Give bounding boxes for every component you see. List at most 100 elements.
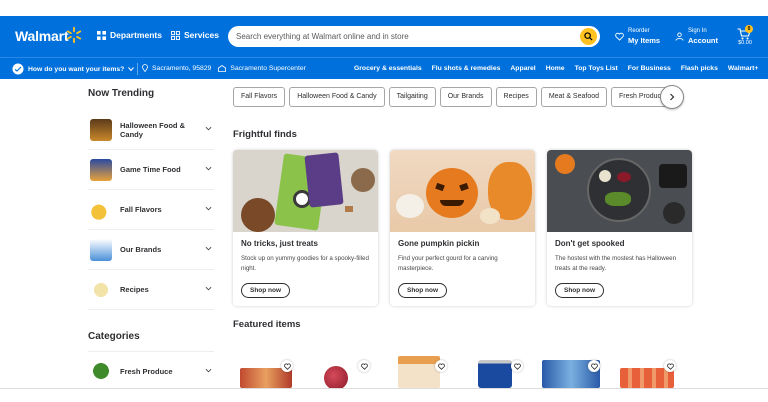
card-treats[interactable]: No tricks, just treats Stock up on yummy…: [233, 150, 378, 306]
product-image: [398, 356, 440, 388]
store-icon: [218, 64, 227, 72]
sidebar-item-fall-flavors[interactable]: Fall Flavors: [88, 190, 214, 230]
spooked-image: [547, 150, 692, 232]
chip-tailgaiting[interactable]: Tailgaiting: [388, 87, 436, 107]
chip-fall-flavors[interactable]: Fall Flavors: [233, 87, 286, 107]
card-description: Find your perfect gourd for a carving ma…: [398, 255, 498, 272]
heart-icon: [360, 363, 368, 370]
location-pin-icon: [142, 64, 148, 72]
chevron-down-icon: [205, 368, 212, 373]
sidebar-item-label: Game Time Food: [120, 165, 181, 174]
shop-now-button[interactable]: Shop now: [398, 283, 448, 298]
reorder-my-items[interactable]: Reorder My Items: [615, 27, 660, 45]
chip-halloween[interactable]: Halloween Food & Candy: [289, 87, 385, 107]
pumpkin-image: [390, 150, 535, 232]
services-button[interactable]: Services: [171, 30, 219, 40]
link-home[interactable]: Home: [546, 65, 565, 72]
search-button[interactable]: [580, 28, 597, 45]
game-time-thumb: [90, 158, 112, 181]
reorder-label: Reorder: [628, 28, 650, 34]
favorite-button[interactable]: [435, 360, 447, 372]
heart-icon: [513, 363, 521, 370]
link-walmart-plus[interactable]: Walmart+: [728, 65, 759, 72]
treats-image: [233, 150, 378, 232]
fall-flavors-thumb: [90, 198, 112, 221]
services-grid-icon: [171, 30, 180, 40]
search-input[interactable]: [236, 30, 566, 43]
browser-top-strip: [0, 0, 768, 16]
halloween-thumb: [90, 118, 112, 141]
link-top-toys[interactable]: Top Toys List: [575, 65, 618, 72]
chips-next-button[interactable]: [660, 85, 684, 109]
account-label: Account: [688, 36, 718, 45]
featured-items-title: Featured items: [233, 319, 301, 330]
featured-product-4[interactable]: [474, 356, 534, 388]
link-flash-picks[interactable]: Flash picks: [681, 65, 718, 72]
heart-icon: [590, 363, 598, 370]
heart-icon: [615, 32, 624, 41]
heart-icon: [437, 363, 445, 370]
sidebar-item-our-brands[interactable]: Our Brands: [88, 230, 214, 270]
featured-product-2[interactable]: [318, 356, 378, 390]
sidebar-item-label: Fresh Produce: [120, 366, 173, 376]
our-brands-thumb: [90, 238, 112, 261]
chevron-down-icon: [128, 67, 135, 72]
chip-our-brands[interactable]: Our Brands: [439, 87, 492, 107]
card-description: Stock up on yummy goodies for a spooky-f…: [241, 255, 369, 272]
fulfillment-selector[interactable]: How do you want your items?: [12, 63, 135, 75]
chip-meat-seafood[interactable]: Meat & Seafood: [540, 87, 608, 107]
categories-title: Categories: [88, 331, 140, 342]
fulfillment-question: How do you want your items?: [28, 65, 125, 73]
recipes-thumb: [90, 278, 112, 301]
link-apparel[interactable]: Apparel: [510, 65, 535, 72]
heart-icon: [283, 363, 291, 370]
zip-label: Sacramento, 95829: [152, 64, 212, 72]
divider: [137, 63, 138, 75]
favorite-button[interactable]: [588, 360, 600, 372]
card-title: No tricks, just treats: [241, 239, 318, 248]
chevron-down-icon: [205, 206, 212, 211]
cart-total: $0.00: [738, 40, 752, 46]
walmart-page: Walmart Departments Services Search ever…: [0, 0, 768, 402]
card-title: Don't get spooked: [555, 239, 625, 248]
favorite-button[interactable]: [281, 360, 293, 372]
sidebar-item-label: Recipes: [120, 285, 149, 294]
link-flu-shots[interactable]: Flu shots & remedies: [432, 65, 501, 72]
departments-button[interactable]: Departments: [97, 30, 162, 40]
product-image: [478, 360, 512, 388]
sidebar-item-label: Fall Flavors: [120, 205, 162, 214]
card-spooked[interactable]: Don't get spooked The hostest with the m…: [547, 150, 692, 306]
sign-in-account[interactable]: Sign In Account: [675, 27, 718, 45]
delivery-icon: [12, 63, 24, 75]
shop-now-button[interactable]: Shop now: [241, 283, 291, 298]
cart-count-badge: 0: [745, 25, 753, 33]
sidebar-item-game-time[interactable]: Game Time Food: [88, 150, 214, 190]
sidebar-item-label: Halloween Food & Candy: [120, 120, 186, 139]
search-bar: [228, 26, 600, 47]
frightful-finds-title: Frightful finds: [233, 129, 297, 140]
shop-now-button[interactable]: Shop now: [555, 283, 605, 298]
card-pumpkin[interactable]: Gone pumpkin pickin Find your perfect go…: [390, 150, 535, 306]
sidebar-item-recipes[interactable]: Recipes: [88, 270, 214, 310]
favorite-button[interactable]: [511, 360, 523, 372]
featured-product-3[interactable]: [396, 356, 456, 388]
spark-logo-icon[interactable]: [65, 26, 83, 44]
walmart-logo-text[interactable]: Walmart: [15, 28, 69, 44]
departments-label: Departments: [110, 30, 162, 40]
chevron-down-icon: [205, 126, 212, 131]
chip-recipes[interactable]: Recipes: [495, 87, 537, 107]
link-for-business[interactable]: For Business: [628, 65, 671, 72]
location-selector[interactable]: Sacramento, 95829 Sacramento Supercenter: [142, 64, 306, 72]
sidebar-item-halloween[interactable]: Halloween Food & Candy: [88, 110, 214, 150]
sidebar-item-fresh-produce[interactable]: Fresh Produce: [88, 351, 214, 391]
site-header: Walmart Departments Services Search ever…: [0, 16, 768, 57]
fresh-produce-thumb: [90, 360, 112, 382]
favorite-button[interactable]: [358, 360, 370, 372]
favorite-button[interactable]: [664, 360, 676, 372]
link-grocery[interactable]: Grocery & essentials: [354, 65, 422, 72]
sign-in-label: Sign In: [688, 28, 707, 34]
cart-button[interactable]: 0 $0.00: [735, 25, 755, 49]
fulfillment-bar: How do you want your items? Sacramento, …: [0, 57, 768, 79]
category-chips: Fall Flavors Halloween Food & Candy Tail…: [233, 87, 673, 107]
now-trending-title: Now Trending: [88, 88, 155, 99]
